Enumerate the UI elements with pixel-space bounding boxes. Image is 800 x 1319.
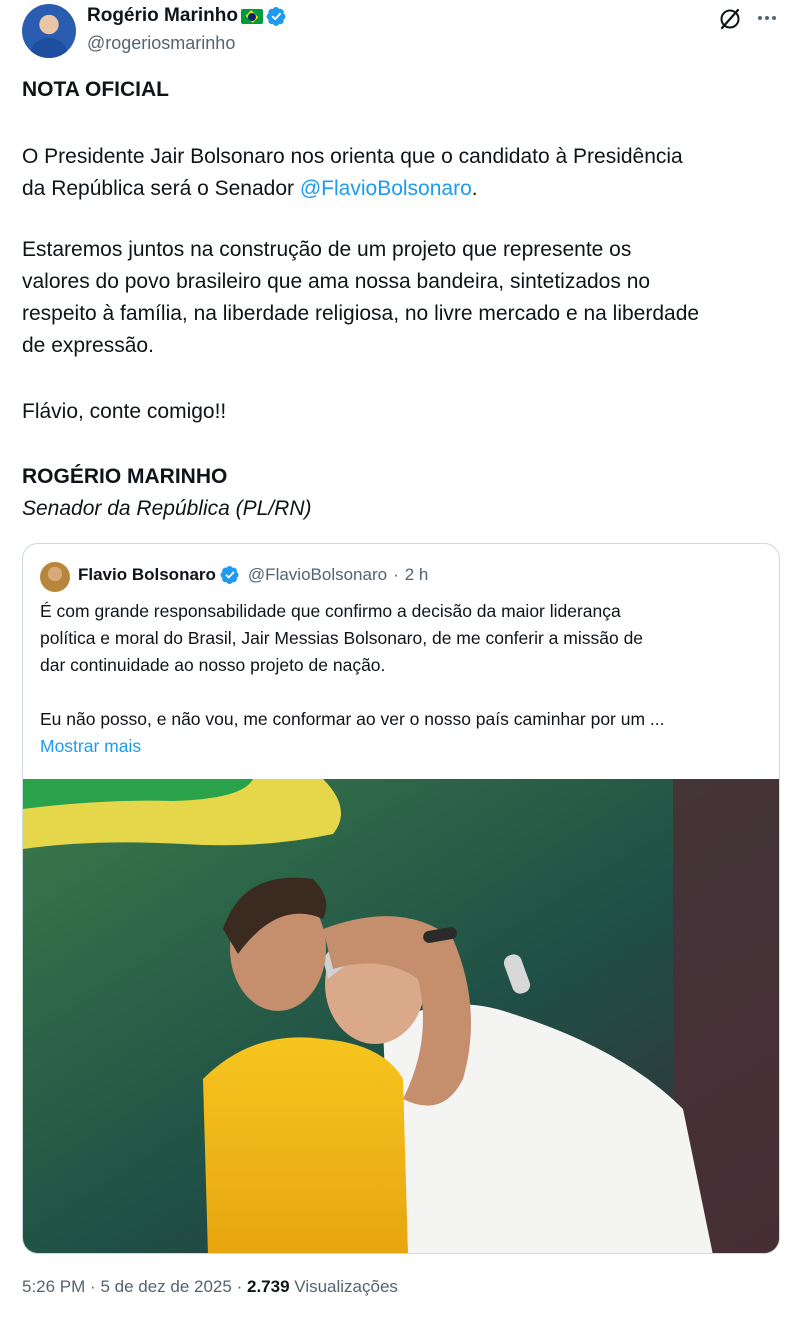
- meta-separator: ·: [90, 1277, 96, 1296]
- quote-line-4: Eu não posso, e não vou, me conformar ao…: [40, 709, 665, 729]
- more-icon[interactable]: [754, 5, 780, 31]
- signature-name: ROGÉRIO MARINHO: [22, 465, 228, 488]
- post-date[interactable]: 5 de dez de 2025: [100, 1277, 231, 1296]
- post-paragraph-3: Flávio, conte comigo!!: [22, 400, 227, 423]
- post-paragraph-2: Estaremos juntos na construção de um pro…: [22, 234, 782, 362]
- meta-separator: ·: [236, 1277, 243, 1296]
- post-p2-line1: Estaremos juntos na construção de um pro…: [22, 238, 632, 261]
- mention-link[interactable]: @FlavioBolsonaro: [300, 177, 472, 200]
- post-p2-line4: de expressão.: [22, 334, 154, 357]
- quote-header: Flavio Bolsonaro @FlavioBolsonaro · 2 h: [78, 565, 428, 585]
- quote-author-handle[interactable]: @FlavioBolsonaro: [248, 565, 387, 585]
- post-time[interactable]: 5:26 PM: [22, 1277, 85, 1296]
- quote-line-2: política e moral do Brasil, Jair Messias…: [40, 628, 644, 648]
- post-p1-line2: da República será o Senador @FlavioBolso…: [22, 173, 782, 205]
- verified-badge-icon: [220, 566, 239, 584]
- grok-icon[interactable]: [717, 6, 743, 32]
- post-heading: NOTA OFICIAL: [22, 78, 169, 101]
- author-avatar[interactable]: [22, 4, 76, 58]
- quote-separator: ·: [393, 565, 399, 584]
- tweet-metadata: 5:26 PM · 5 de dez de 2025 · 2.739 Visua…: [22, 1277, 398, 1297]
- views-label: Visualizações: [294, 1277, 398, 1296]
- quote-line-3: dar continuidade ao nosso projeto de naç…: [40, 655, 386, 675]
- author-name-row[interactable]: Rogério Marinho: [87, 5, 287, 27]
- author-handle[interactable]: @rogeriosmarinho: [87, 33, 235, 54]
- signature-title: Senador da República (PL/RN): [22, 497, 312, 520]
- quote-author-avatar[interactable]: [40, 562, 70, 592]
- views-count: 2.739: [247, 1277, 290, 1296]
- quote-line-1: É com grande responsabilidade que confir…: [40, 601, 621, 621]
- post-p1-line1: O Presidente Jair Bolsonaro nos orienta …: [22, 145, 683, 168]
- post-p2-line3: respeito à família, na liberdade religio…: [22, 302, 700, 325]
- quote-photo[interactable]: [23, 779, 780, 1254]
- tweet: Rogério Marinho @rogeriosmarinho NOTA OF…: [0, 0, 800, 1319]
- post-p2-line2: valores do povo brasileiro que ama nossa…: [22, 270, 651, 293]
- quote-time[interactable]: 2 h: [405, 565, 429, 585]
- quoted-tweet[interactable]: Flavio Bolsonaro @FlavioBolsonaro · 2 h …: [22, 543, 780, 1254]
- brazil-flag-icon: [240, 8, 263, 24]
- show-more-link[interactable]: Mostrar mais: [40, 733, 141, 760]
- quote-author-name[interactable]: Flavio Bolsonaro: [78, 565, 216, 585]
- verified-badge-icon[interactable]: [266, 6, 287, 27]
- post-p1-period: .: [471, 177, 478, 200]
- author-name[interactable]: Rogério Marinho: [87, 5, 238, 27]
- post-paragraph-1: O Presidente Jair Bolsonaro nos orienta …: [22, 141, 782, 205]
- post-p1-text: da República será o Senador: [22, 177, 300, 200]
